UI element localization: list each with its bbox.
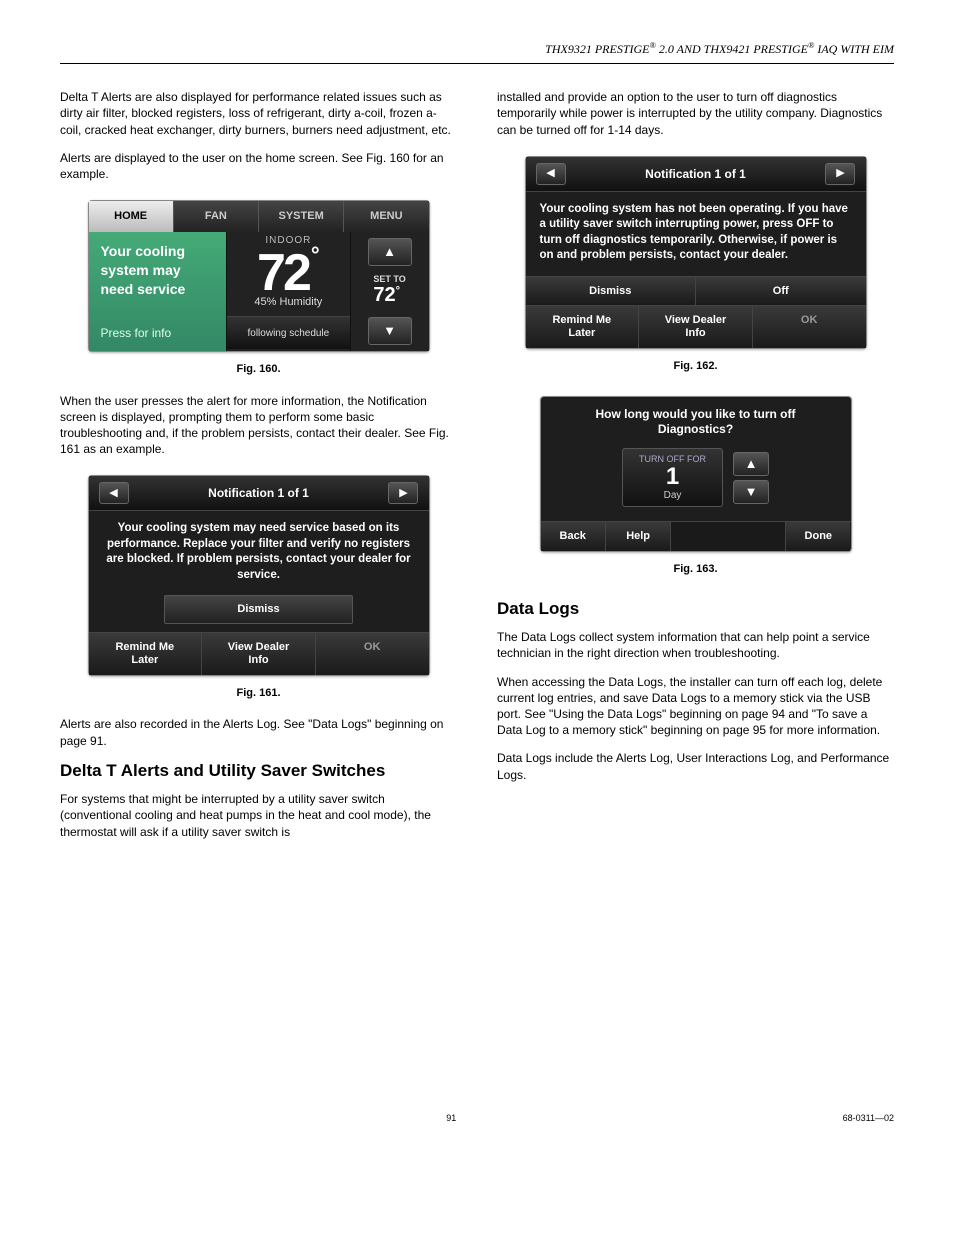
caption-163: Fig. 163. (673, 562, 717, 577)
notif-msg-162: Your cooling system has not been operati… (526, 192, 866, 276)
alert-line3: need service (101, 280, 215, 299)
caption-161: Fig. 161. (236, 686, 280, 701)
fig163-diagnostics: How long would you like to turn off Diag… (540, 396, 852, 552)
dismiss-button-162[interactable]: Dismiss (526, 277, 697, 306)
fig161-notification: ◀ Notification 1 of 1 ▶ Your cooling sys… (88, 475, 430, 675)
notif-msg-161: Your cooling system may need service bas… (89, 511, 429, 595)
press-for-info: Press for info (101, 325, 215, 341)
notif-title-161: Notification 1 of 1 (208, 485, 309, 501)
off-button-162[interactable]: Off (696, 277, 866, 306)
caption-162: Fig. 162. (673, 359, 717, 374)
fig162-notification: ◀ Notification 1 of 1 ▶ Your cooling sys… (525, 156, 867, 349)
set-temp: 72° (373, 282, 405, 309)
next-notif-button[interactable]: ▶ (388, 482, 418, 504)
temp-down-button[interactable]: ▼ (368, 317, 412, 345)
heading-delta-t: Delta T Alerts and Utility Saver Switche… (60, 761, 457, 781)
next-notif-button-162[interactable]: ▶ (825, 163, 855, 185)
days-up-button[interactable]: ▲ (733, 452, 769, 476)
left-column: Delta T Alerts are also displayed for pe… (60, 89, 457, 852)
tab-home[interactable]: HOME (89, 201, 174, 232)
view-dealer-button-161[interactable]: View Dealer Info (202, 633, 316, 674)
tab-fan[interactable]: FAN (174, 201, 259, 232)
setpoint-column: ▲ SET TO 72° ▼ (351, 232, 429, 351)
prev-notif-button-162[interactable]: ◀ (536, 163, 566, 185)
humidity: 45% Humidity (227, 295, 349, 310)
para-dlogs-1: The Data Logs collect system information… (497, 629, 894, 661)
spacer (671, 522, 786, 551)
diag-question: How long would you like to turn off Diag… (541, 397, 851, 444)
tab-menu[interactable]: MENU (344, 201, 428, 232)
help-button[interactable]: Help (606, 522, 671, 551)
para-dlogs-2: When accessing the Data Logs, the instal… (497, 674, 894, 739)
tab-system[interactable]: SYSTEM (259, 201, 344, 232)
diag-days-value: 1 (639, 465, 706, 489)
days-down-button[interactable]: ▼ (733, 480, 769, 504)
ok-button-161[interactable]: OK (316, 633, 429, 674)
header-c: IAQ WITH EIM (814, 42, 894, 56)
diag-day-label: Day (639, 489, 706, 503)
para-alerts-log: Alerts are also recorded in the Alerts L… (60, 716, 457, 748)
alert-line1: Your cooling (101, 242, 215, 261)
alert-panel[interactable]: Your cooling system may need service Pre… (89, 232, 228, 351)
para-alerts-home: Alerts are displayed to the user on the … (60, 150, 457, 182)
header-b: 2.0 AND THX9421 PRESTIGE (656, 42, 808, 56)
para-notification: When the user presses the alert for more… (60, 393, 457, 458)
right-column: installed and provide an option to the u… (497, 89, 894, 852)
page-number: 91 (446, 1112, 456, 1124)
para-utility-saver: For systems that might be interrupted by… (60, 791, 457, 840)
prev-notif-button[interactable]: ◀ (99, 482, 129, 504)
para-installed: installed and provide an option to the u… (497, 89, 894, 138)
notif-title-162: Notification 1 of 1 (645, 166, 746, 182)
page-footer: 91 68-0311—02 (60, 1112, 894, 1124)
indoor-panel: INDOOR 72° 45% Humidity following schedu… (227, 232, 350, 351)
caption-160: Fig. 160. (236, 362, 280, 377)
done-button[interactable]: Done (786, 522, 850, 551)
diag-value-box: TURN OFF FOR 1 Day (622, 448, 723, 508)
para-dlogs-3: Data Logs include the Alerts Log, User I… (497, 750, 894, 782)
fig160-thermostat: HOME FAN SYSTEM MENU Your cooling system… (88, 200, 430, 352)
view-dealer-button-162[interactable]: View Dealer Info (639, 306, 753, 347)
indoor-temp: 72° (227, 245, 349, 297)
following-schedule: following schedule (227, 316, 349, 349)
doc-number: 68-0311—02 (843, 1112, 894, 1124)
header-a: THX9321 PRESTIGE (545, 42, 649, 56)
temp-up-button[interactable]: ▲ (368, 238, 412, 266)
dismiss-button-161[interactable]: Dismiss (164, 595, 353, 624)
back-button[interactable]: Back (541, 522, 606, 551)
remind-later-button-161[interactable]: Remind Me Later (89, 633, 203, 674)
para-alerts-perf: Delta T Alerts are also displayed for pe… (60, 89, 457, 138)
heading-data-logs: Data Logs (497, 599, 894, 619)
page-header: THX9321 PRESTIGE® 2.0 AND THX9421 PRESTI… (60, 40, 894, 64)
alert-line2: system may (101, 261, 215, 280)
ok-button-162[interactable]: OK (753, 306, 866, 347)
remind-later-button-162[interactable]: Remind Me Later (526, 306, 640, 347)
